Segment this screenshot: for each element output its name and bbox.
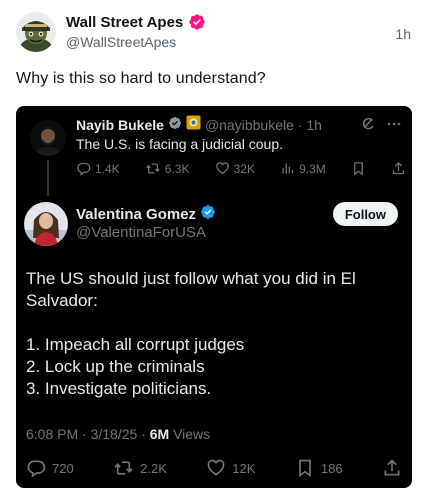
quoted-tweet-name-row: Nayib Bukele @nayibbukele · 1h (76, 115, 322, 135)
display-name[interactable]: Valentina Gomez (76, 206, 196, 223)
bookmark-count: 186 (320, 460, 343, 476)
reply-icon (26, 458, 46, 478)
repost-icon (145, 161, 161, 176)
quoted-tweet-name-row: Valentina Gomez (76, 204, 216, 225)
outer-tweet-header: Wall Street Apes @WallStreetApes 1h (0, 0, 427, 62)
avatar[interactable] (24, 202, 68, 246)
embedded-screenshot[interactable]: Nayib Bukele @nayibbukele · 1h The U.S. … (16, 106, 412, 488)
handle-and-time[interactable]: @nayibbukele · 1h (205, 117, 322, 133)
quoted-tweet-tools (360, 116, 402, 137)
display-name[interactable]: Wall Street Apes (66, 14, 183, 31)
grok-icon[interactable] (360, 116, 376, 137)
reply-icon (76, 161, 91, 176)
views-count: 9.3M (299, 161, 326, 176)
repost-count: 2.2K (140, 460, 167, 476)
repost-button[interactable]: 2.2K (113, 458, 167, 478)
bookmark-button[interactable]: 186 (295, 458, 343, 478)
repost-button[interactable]: 6.3K (145, 161, 190, 176)
avatar[interactable] (16, 12, 56, 52)
reply-count: 720 (52, 460, 74, 476)
views-label: Views (169, 426, 211, 442)
like-button[interactable]: 32K (215, 161, 255, 176)
like-icon (215, 161, 230, 176)
quoted-tweet-stats: 1.4K 6.3K 32K 9.3M (76, 161, 406, 176)
share-button[interactable] (382, 458, 402, 478)
timestamp[interactable]: 1h (395, 26, 411, 42)
views-count: 6M (149, 426, 170, 442)
reply-count: 1.4K (95, 161, 120, 176)
bookmark-button[interactable] (351, 161, 366, 176)
more-icon[interactable] (386, 116, 402, 137)
tweet-datetime[interactable]: 6:08 PM · 3/18/25 · (26, 426, 150, 442)
tweet-text: Why is this so hard to understand? (16, 70, 266, 87)
display-name[interactable]: Nayib Bukele (76, 117, 164, 133)
handle[interactable]: @ValentinaForUSA (76, 224, 206, 241)
avatar[interactable] (30, 120, 66, 156)
views-icon (280, 161, 295, 176)
outer-name-row: Wall Street Apes (66, 13, 206, 31)
follow-button[interactable]: Follow (332, 202, 398, 226)
reply-button[interactable]: 1.4K (76, 161, 120, 176)
share-button[interactable] (391, 161, 406, 176)
share-icon (391, 161, 406, 176)
quoted-tweet-actions: 720 2.2K 12K 186 (26, 458, 402, 478)
repost-icon (113, 458, 134, 478)
repost-count: 6.3K (164, 161, 190, 176)
like-button[interactable]: 12K (206, 458, 255, 478)
verified-badge-icon (188, 13, 206, 31)
like-count: 32K (233, 161, 255, 176)
like-icon (206, 458, 226, 478)
bookmark-icon (295, 458, 315, 478)
affiliation-badge-icon (186, 115, 201, 135)
body-line: The US should just follow what you did i… (26, 269, 356, 310)
verified-badge-icon (168, 116, 182, 135)
share-icon (382, 458, 402, 478)
bookmark-icon (351, 161, 366, 176)
thread-connector-line (47, 160, 49, 196)
handle[interactable]: @WallStreetApes (66, 34, 176, 50)
views-button[interactable]: 9.3M (280, 161, 326, 176)
list-item: 1. Impeach all corrupt judges (26, 335, 245, 354)
tweet-meta: 6:08 PM · 3/18/25 · 6M Views (26, 426, 210, 442)
verified-badge-icon (200, 204, 216, 225)
quoted-tweet-text: The US should just follow what you did i… (26, 268, 386, 400)
list-item: 2. Lock up the criminals (26, 357, 205, 376)
reply-button[interactable]: 720 (26, 458, 74, 478)
list-item: 3. Investigate politicians. (26, 379, 212, 398)
quoted-tweet-text: The U.S. is facing a judicial coup. (76, 136, 283, 152)
like-count: 12K (232, 460, 256, 476)
